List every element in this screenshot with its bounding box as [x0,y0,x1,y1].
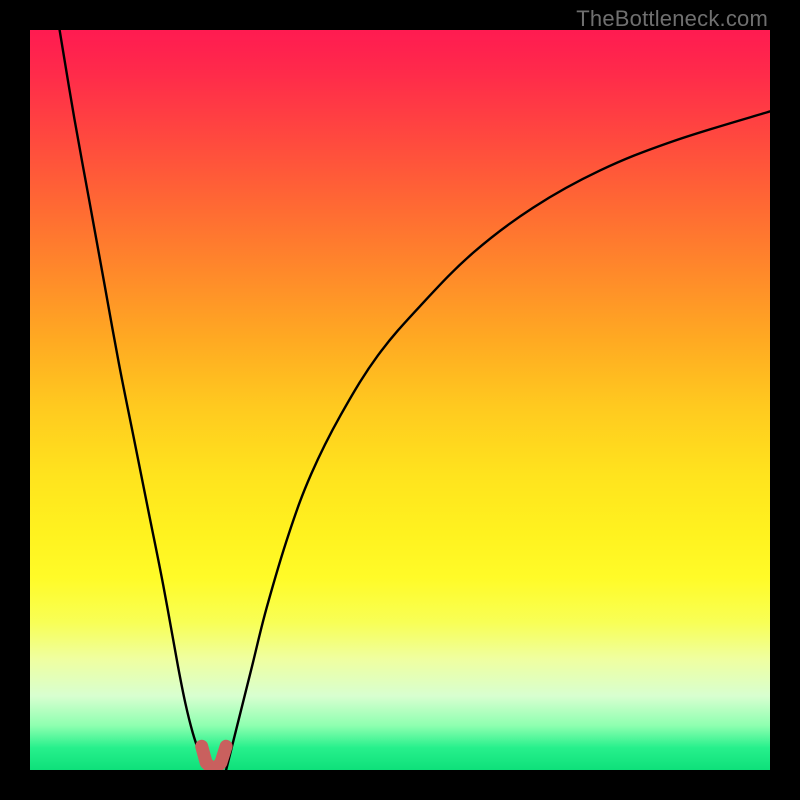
curve-left-branch [60,30,207,770]
curve-group [60,30,770,770]
curve-right-branch [226,111,770,770]
optimum-marker [202,746,226,767]
plot-area [30,30,770,770]
chart-frame: TheBottleneck.com [0,0,800,800]
watermark-text: TheBottleneck.com [576,6,768,32]
curve-layer [30,30,770,770]
